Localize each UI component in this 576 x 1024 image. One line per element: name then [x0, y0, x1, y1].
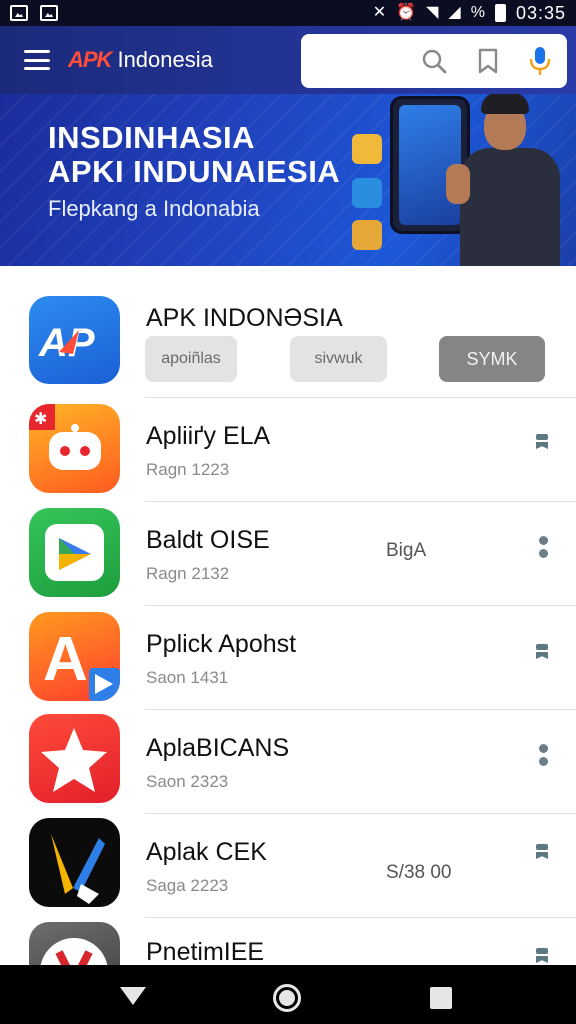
- overflow-menu-icon[interactable]: [535, 948, 549, 964]
- app-meta: S/38 00: [386, 862, 452, 883]
- search-bar[interactable]: [301, 34, 567, 88]
- app-icon-apk: AP: [29, 296, 120, 384]
- status-bar: ✕ ⏰ ◥ ◢ % 03:35: [0, 0, 576, 26]
- app-subtitle: Saon 1431: [146, 668, 229, 687]
- app-name: Pplick Apohst: [146, 630, 297, 658]
- overflow-menu-icon[interactable]: [536, 744, 550, 766]
- action-button-2[interactable]: sivwuk: [290, 336, 387, 382]
- overflow-menu-icon[interactable]: [535, 434, 549, 450]
- gallery-notification-icon: [10, 5, 28, 21]
- app-name: Aplak CEK: [146, 838, 267, 866]
- vibrate-off-icon: ✕: [372, 4, 387, 21]
- action-button-primary[interactable]: SYMK: [439, 336, 545, 382]
- banner-title-line2: APKI INDUNAIESIA: [48, 154, 341, 189]
- action-button-1[interactable]: apoiñlas: [145, 336, 237, 382]
- bookmark-icon[interactable]: [477, 48, 499, 74]
- list-item-featured[interactable]: AP APK INDONƏSIA apoiñlas sivwuk SYMK: [0, 266, 576, 398]
- app-icon-brush: [29, 818, 120, 907]
- promo-banner[interactable]: INSDINHASIA APKI INDUNAIESIA Flepkang a …: [0, 94, 576, 266]
- overflow-menu-icon[interactable]: [535, 844, 549, 860]
- overflow-menu-icon[interactable]: [535, 644, 549, 660]
- brand-name: Indonesia: [117, 47, 213, 72]
- signal-percent: %: [470, 4, 485, 21]
- recent-apps-icon[interactable]: [430, 987, 452, 1009]
- banner-app-tile: [352, 220, 382, 250]
- navigation-bar: [0, 965, 576, 1024]
- app-name: PnetimIEE: [146, 938, 265, 965]
- list-item[interactable]: Baldt OISE Ragn 2132 BigA: [0, 502, 576, 606]
- list-item[interactable]: PnetimIEE: [0, 918, 576, 965]
- list-item[interactable]: AplaBICANS Saon 2323: [0, 710, 576, 814]
- alarm-icon: ⏰: [396, 4, 417, 21]
- app-subtitle: Saon 2323: [146, 772, 229, 791]
- banner-person-illustration: [446, 94, 576, 266]
- app-icon-star: [29, 714, 120, 803]
- status-time: 03:35: [515, 2, 566, 23]
- app-subtitle: Ragn 1223: [146, 460, 230, 479]
- app-icon-partial: [29, 922, 120, 965]
- app-icon-play: [29, 508, 120, 597]
- banner-app-tile: [352, 134, 382, 164]
- app-meta: BigA: [386, 540, 427, 561]
- app-subtitle: Saga 2223: [146, 876, 229, 895]
- svg-text:✱: ✱: [34, 409, 47, 428]
- brand-logo: APK: [68, 47, 112, 72]
- home-icon[interactable]: [273, 984, 301, 1012]
- hamburger-icon[interactable]: [24, 50, 50, 70]
- app-bar: APK Indonesia: [0, 26, 576, 94]
- image-notification-icon: [40, 5, 58, 21]
- overflow-menu-icon[interactable]: [536, 536, 550, 558]
- banner-title-line1: INSDINHASIA: [48, 120, 256, 155]
- battery-icon: [494, 4, 506, 22]
- microphone-icon[interactable]: [529, 46, 551, 76]
- app-icon-letter-a: A: [29, 612, 120, 701]
- app-name: APK INDONƏSIA: [146, 304, 343, 332]
- wifi-icon: ◥: [426, 4, 439, 21]
- app-name: Baldt OISE: [146, 526, 270, 554]
- search-icon[interactable]: [421, 48, 447, 74]
- list-item[interactable]: ✱ Apliiґy ELA Ragn 1223: [0, 398, 576, 502]
- app-icon-robot: ✱: [29, 404, 120, 493]
- app-name: Apliiґy ELA: [146, 422, 271, 450]
- brand: APK Indonesia: [68, 47, 213, 73]
- list-item[interactable]: Aplak CEK Saga 2223 S/38 00: [0, 814, 576, 918]
- banner-app-tile: [352, 178, 382, 208]
- back-icon[interactable]: [120, 987, 146, 1005]
- app-subtitle: Ragn 2132: [146, 564, 230, 583]
- banner-subtitle: Flepkang a Indonabia: [48, 196, 260, 221]
- list-item[interactable]: A Pplick Apohst Saon 1431: [0, 606, 576, 710]
- app-name: AplaBICANS: [146, 734, 290, 762]
- svg-text:AP: AP: [38, 321, 95, 365]
- cell-signal-icon: ◢: [448, 4, 461, 21]
- svg-text:A: A: [43, 625, 88, 694]
